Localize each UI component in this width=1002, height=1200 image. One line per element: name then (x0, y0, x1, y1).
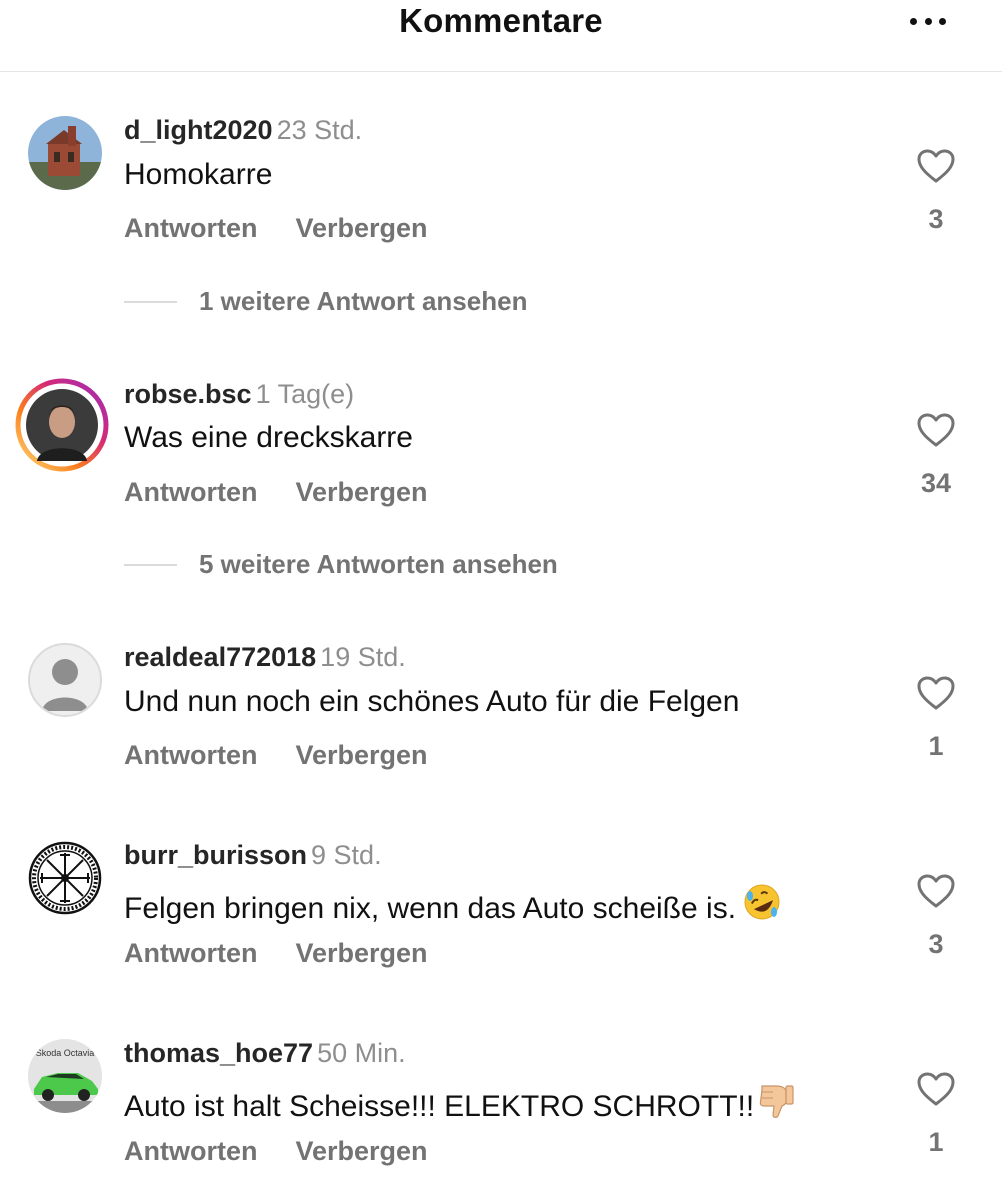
avatar[interactable]: Skoda Octavia (28, 1039, 102, 1113)
reply-button[interactable]: Antworten (124, 1136, 257, 1167)
heart-icon[interactable] (916, 412, 956, 448)
portrait-with-story-ring-icon (15, 378, 109, 472)
comment-text: Was eine dreckskarre (124, 421, 413, 454)
author-line: thomas_hoe77 50 Min. (124, 1037, 406, 1069)
author-line: d_light2020 23 Std. (124, 114, 362, 146)
author-name[interactable]: d_light2020 (124, 115, 273, 145)
like-count: 3 (928, 204, 944, 234)
heart-icon[interactable] (916, 1071, 956, 1107)
author-name[interactable]: burr_burisson (124, 840, 307, 870)
heart-icon[interactable] (916, 873, 956, 909)
author-name[interactable]: robse.bsc (124, 379, 252, 409)
like-count: 1 (928, 1127, 944, 1157)
comment-time: 1 Tag(e) (255, 379, 355, 409)
comment-text: Felgen bringen nix, wenn das Auto scheiß… (124, 882, 782, 927)
comment-time: 19 Std. (320, 642, 406, 672)
avatar-caption: Skoda Octavia (36, 1048, 95, 1058)
author-line: realdeal772018 19 Std. (124, 641, 406, 673)
church-photo-icon (28, 116, 102, 190)
comment-time: 23 Std. (276, 115, 363, 145)
comment-actions: Antworten Verbergen (124, 477, 428, 508)
avatar[interactable] (28, 841, 102, 915)
reply-button[interactable]: Antworten (124, 477, 257, 508)
divider-line (124, 563, 177, 566)
reply-button[interactable]: Antworten (124, 213, 257, 244)
author-name[interactable]: thomas_hoe77 (124, 1038, 313, 1068)
view-more-replies-button[interactable]: 1 weitere Antwort ansehen (124, 286, 527, 317)
like-count: 3 (928, 929, 944, 959)
comment-text-content: Auto ist halt Scheisse!!! ELEKTRO SCHROT… (124, 1090, 755, 1123)
default-user-silhouette-icon (42, 659, 88, 711)
avatar[interactable] (28, 643, 102, 717)
avatar[interactable] (28, 116, 102, 190)
comment-actions: Antworten Verbergen (124, 1136, 428, 1167)
author-name[interactable]: realdeal772018 (124, 642, 316, 672)
author-line: robse.bsc 1 Tag(e) (124, 378, 354, 410)
rolling-on-floor-laughing-emoji (742, 882, 782, 922)
author-line: burr_burisson 9 Std. (124, 839, 382, 871)
header-bar: Kommentare (0, 0, 1002, 72)
comment-text-content: Felgen bringen nix, wenn das Auto scheiß… (124, 892, 737, 925)
comment-actions: Antworten Verbergen (124, 740, 428, 771)
more-horizontal-icon[interactable] (910, 17, 946, 25)
reply-button[interactable]: Antworten (124, 938, 257, 969)
view-more-replies-button[interactable]: 5 weitere Antworten ansehen (124, 549, 558, 580)
hide-button[interactable]: Verbergen (295, 740, 427, 771)
reply-button[interactable]: Antworten (124, 740, 257, 771)
comment-text: Homokarre (124, 158, 273, 191)
page-title: Kommentare (399, 2, 603, 39)
comment-time: 50 Min. (317, 1038, 406, 1068)
heart-icon[interactable] (916, 675, 956, 711)
thumbs-down-emoji (756, 1080, 796, 1120)
hide-button[interactable]: Verbergen (295, 213, 427, 244)
view-more-replies-label: 5 weitere Antworten ansehen (199, 549, 558, 579)
hide-button[interactable]: Verbergen (295, 1136, 427, 1167)
heart-icon[interactable] (916, 148, 956, 184)
comment-actions: Antworten Verbergen (124, 213, 428, 244)
view-more-replies-label: 1 weitere Antwort ansehen (199, 286, 528, 316)
hide-button[interactable]: Verbergen (295, 938, 427, 969)
avatar[interactable] (15, 378, 109, 472)
like-count: 1 (928, 731, 944, 761)
comment-actions: Antworten Verbergen (124, 938, 428, 969)
comment-time: 9 Std. (311, 840, 382, 870)
vegvisir-rune-symbol-icon (28, 841, 102, 915)
green-car-photo-icon: Skoda Octavia (28, 1039, 102, 1113)
comment-text: Auto ist halt Scheisse!!! ELEKTRO SCHROT… (124, 1080, 796, 1125)
divider-line (124, 300, 177, 303)
hide-button[interactable]: Verbergen (295, 477, 427, 508)
like-count: 34 (920, 468, 952, 498)
comment-text: Und nun noch ein schönes Auto für die Fe… (124, 685, 740, 718)
